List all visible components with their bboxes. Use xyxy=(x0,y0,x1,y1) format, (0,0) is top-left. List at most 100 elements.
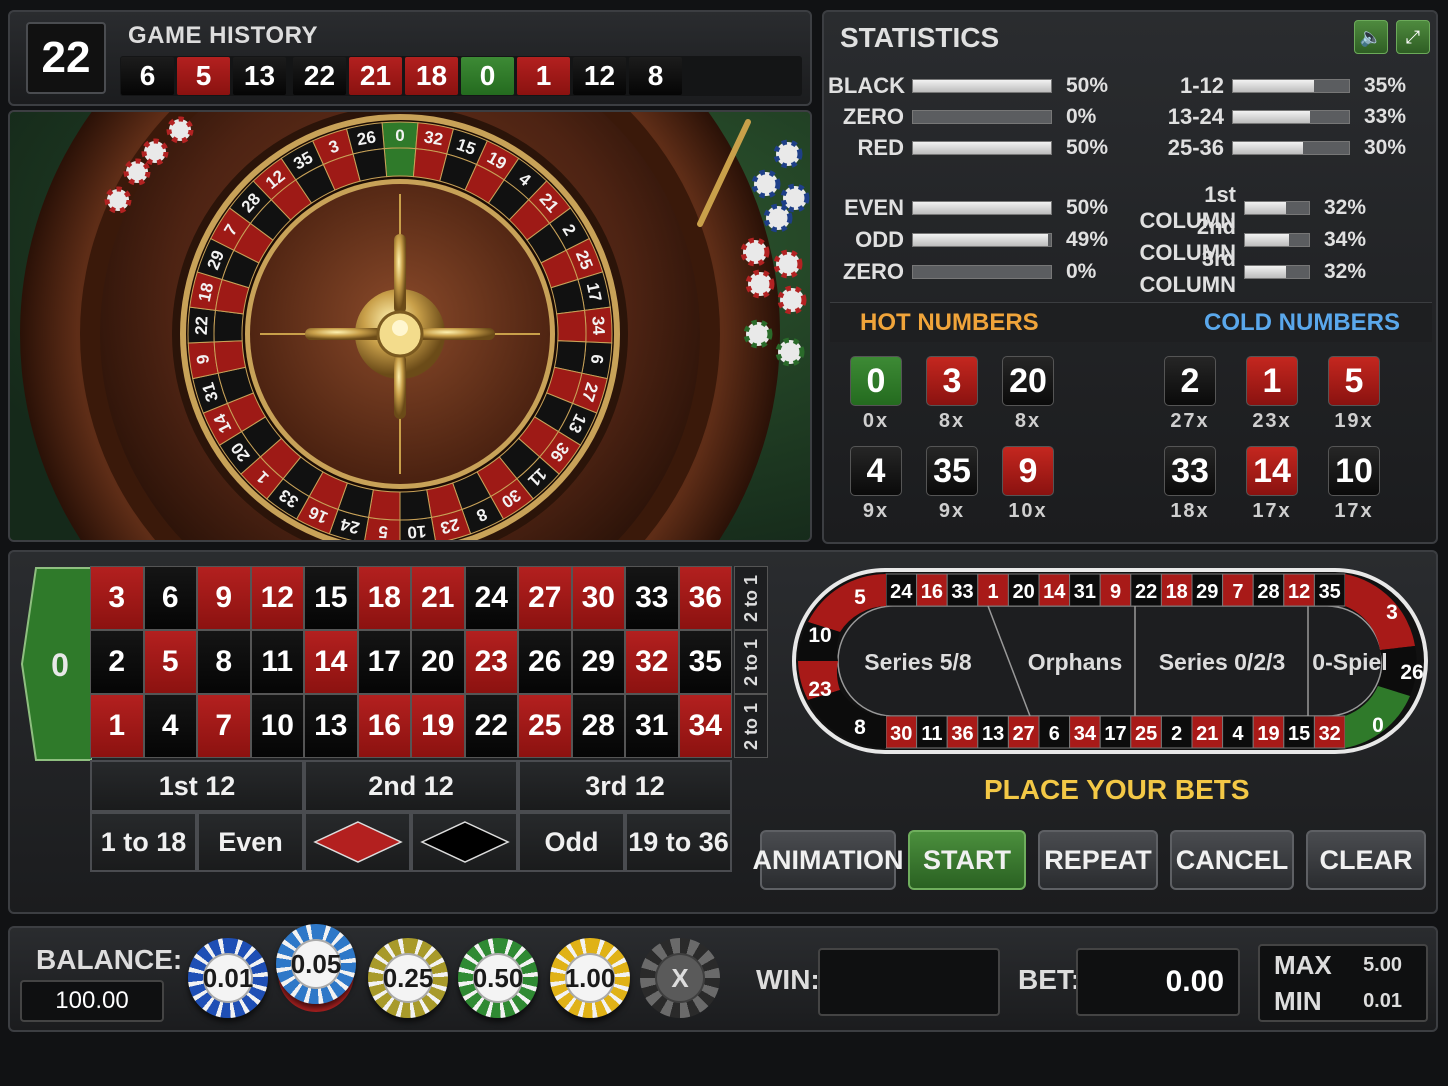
number-bet[interactable]: 9 xyxy=(197,566,251,630)
odd-bet[interactable]: Odd xyxy=(518,812,625,872)
number-bet[interactable]: 13 xyxy=(304,694,358,758)
number-bet[interactable]: 4 xyxy=(143,694,197,758)
even-bet[interactable]: Even xyxy=(197,812,304,872)
racetrack-number-label[interactable]: 0 xyxy=(1372,714,1384,737)
sound-button[interactable]: 🔈 xyxy=(1354,20,1388,54)
stat-bar xyxy=(1232,110,1350,124)
dozen-bet[interactable]: 2nd 12 xyxy=(304,760,518,812)
number-bet[interactable]: 25 xyxy=(518,694,572,758)
clear-button[interactable]: CLEAR xyxy=(1306,830,1426,890)
number-bet[interactable]: 12 xyxy=(250,566,304,630)
number-bet[interactable]: 16 xyxy=(357,694,411,758)
clear-chip[interactable]: X xyxy=(640,938,720,1018)
racetrack-number-label[interactable]: 3 xyxy=(1386,601,1398,624)
chip-0.50[interactable]: 0.50 xyxy=(458,938,538,1018)
number-bet[interactable]: 10 xyxy=(250,694,304,758)
stat-row: ODD 49% xyxy=(828,226,1108,254)
statistics-panel: STATISTICS 🔈 ⤢ BLACK 50% ZERO 0% RED 50% EVEN 5… xyxy=(822,10,1438,544)
racetrack-number-label: 35 xyxy=(1319,581,1341,603)
chip-0.01[interactable]: 0.01 xyxy=(188,938,268,1018)
cancel-button[interactable]: CANCEL xyxy=(1170,830,1294,890)
low-bet[interactable]: 1 to 18 xyxy=(90,812,197,872)
stat-bar xyxy=(1244,201,1310,215)
column-bet-label: 2 to 1 xyxy=(740,638,761,686)
balance-label: BALANCE: xyxy=(36,944,183,975)
number-bet[interactable]: 27 xyxy=(518,566,572,630)
number-bet[interactable]: 11 xyxy=(250,630,304,694)
dozen-bet[interactable]: 1st 12 xyxy=(90,760,304,812)
bet-label: BET: xyxy=(1018,964,1081,995)
number-bet[interactable]: 14 xyxy=(304,630,358,694)
number-bet[interactable]: 32 xyxy=(625,630,679,694)
number-bet[interactable]: 18 xyxy=(357,566,411,630)
number-bet[interactable]: 36 xyxy=(678,566,732,630)
max-label: MAX xyxy=(1274,950,1332,980)
racetrack-number-label[interactable]: 5 xyxy=(854,586,866,609)
number-bet[interactable]: 5 xyxy=(143,630,197,694)
number-bet[interactable]: 34 xyxy=(678,694,732,758)
racetrack-number-label: 2 xyxy=(1171,723,1182,745)
number-bet[interactable]: 26 xyxy=(518,630,572,694)
racetrack-number-label: 19 xyxy=(1257,723,1279,745)
column-bet[interactable]: 2 to 1 xyxy=(734,630,768,694)
start-button[interactable]: START xyxy=(908,830,1026,890)
racetrack-number-label[interactable]: 8 xyxy=(854,716,866,739)
number-bet[interactable]: 28 xyxy=(571,694,625,758)
black-bet[interactable] xyxy=(411,812,518,872)
number-bet[interactable]: 33 xyxy=(625,566,679,630)
number-bet[interactable]: 1 xyxy=(90,694,144,758)
column-bet[interactable]: 2 to 1 xyxy=(734,694,768,758)
column-bet[interactable]: 2 to 1 xyxy=(734,566,768,630)
repeat-button[interactable]: REPEAT xyxy=(1038,830,1158,890)
number-bet[interactable]: 24 xyxy=(464,566,518,630)
chip-value: 0.25 xyxy=(383,953,433,1003)
number-bet[interactable]: 35 xyxy=(678,630,732,694)
stat-percent: 32% xyxy=(1324,260,1367,283)
number-bet[interactable]: 30 xyxy=(571,566,625,630)
chip-0.05[interactable]: 0.05 xyxy=(276,924,356,1004)
hot-number: 3 xyxy=(926,356,978,406)
number-bet[interactable]: 31 xyxy=(625,694,679,758)
animation-button[interactable]: ANIMATION xyxy=(753,830,904,890)
number-bet[interactable]: 6 xyxy=(143,566,197,630)
number-bet[interactable]: 21 xyxy=(411,566,465,630)
number-bet[interactable]: 20 xyxy=(411,630,465,694)
racetrack-number-label[interactable]: 26 xyxy=(1400,661,1423,684)
number-bet[interactable]: 29 xyxy=(571,630,625,694)
stat-label: ZERO xyxy=(842,104,904,129)
chip-1.00[interactable]: 1.00 xyxy=(550,938,630,1018)
number-bet[interactable]: 2 xyxy=(90,630,144,694)
racetrack-section[interactable]: 0-Spiel xyxy=(1312,649,1387,675)
number-bet[interactable]: 8 xyxy=(197,630,251,694)
stat-label: RED xyxy=(857,135,904,160)
number-bet[interactable]: 7 xyxy=(197,694,251,758)
racetrack-number-label: 36 xyxy=(951,723,973,745)
hot-count: 10x xyxy=(1008,500,1048,522)
number-bet[interactable]: 17 xyxy=(357,630,411,694)
racetrack-number-label[interactable]: 10 xyxy=(808,624,831,647)
racetrack-section[interactable]: Orphans xyxy=(1028,649,1123,675)
stat-bar xyxy=(1232,79,1350,93)
high-bet[interactable]: 19 to 36 xyxy=(625,812,732,872)
red-bet[interactable] xyxy=(304,812,411,872)
racetrack-number-label[interactable]: 23 xyxy=(808,678,831,701)
stat-bar-fill xyxy=(1245,266,1286,278)
fullscreen-button[interactable]: ⤢ xyxy=(1396,20,1430,54)
dozen-bet[interactable]: 3rd 12 xyxy=(518,760,732,812)
number-bet[interactable]: 19 xyxy=(411,694,465,758)
racetrack-number-label: 13 xyxy=(982,723,1004,745)
zero-bet[interactable]: 0 xyxy=(20,566,92,762)
number-bet[interactable]: 22 xyxy=(464,694,518,758)
number-bet[interactable]: 3 xyxy=(90,566,144,630)
speaker-icon: 🔈 xyxy=(1359,26,1383,47)
chip-0.25[interactable]: 0.25 xyxy=(368,938,448,1018)
racetrack-section[interactable]: Series 5/8 xyxy=(864,649,972,675)
history-result: 12 xyxy=(573,57,626,95)
racetrack-section[interactable]: Series 0/2/3 xyxy=(1159,649,1286,675)
number-bet[interactable]: 15 xyxy=(304,566,358,630)
column-bet-label: 2 to 1 xyxy=(740,702,761,750)
cold-count: 18x xyxy=(1170,500,1210,522)
stat-row: 13-24 33% xyxy=(1124,103,1406,131)
number-bet[interactable]: 23 xyxy=(464,630,518,694)
stat-bar-fill xyxy=(1245,234,1289,246)
